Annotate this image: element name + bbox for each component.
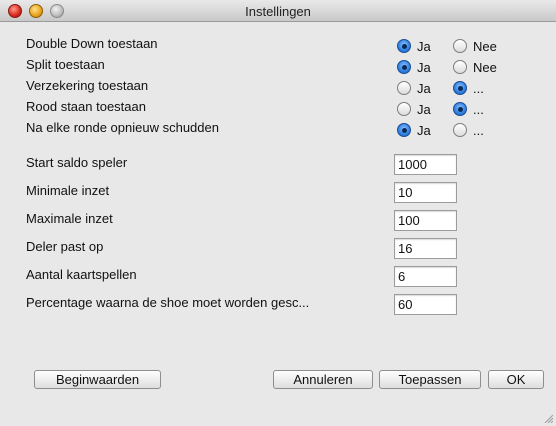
radio-insurance-yes[interactable]: Ja <box>397 80 431 96</box>
min-bet-input[interactable]: 10 <box>394 182 457 203</box>
resize-grip-icon[interactable] <box>543 413 553 423</box>
field-label-max-bet: Maximale inzet <box>26 211 113 226</box>
option-label-split: Split toestaan <box>26 57 105 72</box>
option-label-overdraft: Rood staan toestaan <box>26 99 146 114</box>
radio-reshuffle-yes[interactable]: Ja <box>397 122 431 138</box>
defaults-button[interactable]: Beginwaarden <box>34 370 161 389</box>
dealer-stands-input[interactable]: 16 <box>394 238 457 259</box>
radio-split-yes[interactable]: Ja <box>397 59 431 75</box>
option-label-insurance: Verzekering toestaan <box>26 78 149 93</box>
option-label-double-down: Double Down toestaan <box>26 36 158 51</box>
field-label-dealer-stands: Deler past op <box>26 239 104 254</box>
radio-reshuffle-no[interactable]: ... <box>453 122 484 138</box>
radio-dot <box>453 60 467 74</box>
deck-count-input[interactable]: 6 <box>394 266 457 287</box>
radio-dot <box>397 39 411 53</box>
max-bet-input[interactable]: 100 <box>394 210 457 231</box>
cancel-button[interactable]: Annuleren <box>273 370 373 389</box>
ok-button[interactable]: OK <box>488 370 544 389</box>
window-title: Instellingen <box>245 4 311 19</box>
field-label-deck-count: Aantal kaartspellen <box>26 267 137 282</box>
radio-split-no[interactable]: Nee <box>453 59 497 75</box>
radio-dot <box>453 39 467 53</box>
start-balance-input[interactable]: 1000 <box>394 154 457 175</box>
settings-window: Instellingen Double Down toestaan Ja Nee… <box>0 0 556 426</box>
radio-dot <box>397 60 411 74</box>
radio-overdraft-no[interactable]: ... <box>453 101 484 117</box>
radio-dot <box>453 81 467 95</box>
shoe-percentage-input[interactable]: 60 <box>394 294 457 315</box>
radio-dot <box>397 102 411 116</box>
title-bar: Instellingen <box>0 0 556 22</box>
option-label-reshuffle: Na elke ronde opnieuw schudden <box>26 120 219 135</box>
apply-button[interactable]: Toepassen <box>379 370 481 389</box>
radio-dot <box>397 123 411 137</box>
radio-double-down-yes[interactable]: Ja <box>397 38 431 54</box>
radio-double-down-no[interactable]: Nee <box>453 38 497 54</box>
radio-dot <box>453 102 467 116</box>
radio-overdraft-yes[interactable]: Ja <box>397 101 431 117</box>
field-label-min-bet: Minimale inzet <box>26 183 110 198</box>
field-label-shoe-percentage: Percentage waarna de shoe moet worden ge… <box>26 295 310 310</box>
radio-insurance-no[interactable]: ... <box>453 80 484 96</box>
radio-dot <box>453 123 467 137</box>
radio-dot <box>397 81 411 95</box>
field-label-start-balance: Start saldo speler <box>26 155 128 170</box>
